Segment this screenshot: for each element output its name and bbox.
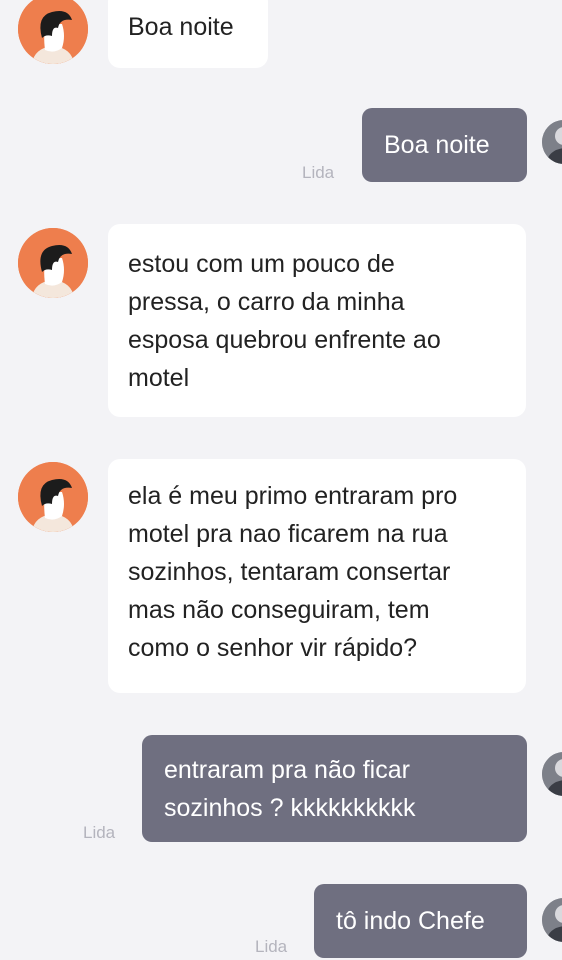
outgoing-message[interactable]: tô indo Chefe <box>314 884 527 958</box>
read-status: Lida <box>83 823 116 842</box>
outgoing-message[interactable]: entraram pra não ficar sozinhos ? kkkkkk… <box>142 735 527 842</box>
person-avatar-icon <box>18 0 88 64</box>
contact-avatar[interactable] <box>18 228 88 298</box>
message-line: motel pra nao ficarem na rua <box>128 520 448 548</box>
incoming-message[interactable]: ela é meu primo entraram pro motel pra n… <box>108 459 526 693</box>
message-line: ela é meu primo entraram pro <box>128 482 458 510</box>
my-avatar[interactable] <box>542 898 562 942</box>
contact-avatar[interactable] <box>18 462 88 532</box>
read-status: Lida <box>255 937 288 956</box>
message-line: entraram pra não ficar <box>164 756 410 784</box>
person-avatar-icon <box>542 752 562 796</box>
message-line: esposa quebrou enfrente ao <box>128 326 441 354</box>
my-avatar[interactable] <box>542 752 562 796</box>
incoming-message[interactable]: Boa noite <box>108 0 268 68</box>
message-line: Boa noite <box>128 13 234 41</box>
message-line: como o senhor vir rápido? <box>128 634 418 662</box>
message-line: mas não conseguiram, tem <box>128 596 430 624</box>
message-line: sozinhos ? kkkkkkkkkk <box>164 794 416 822</box>
incoming-message[interactable]: estou com um pouco de pressa, o carro da… <box>108 224 526 417</box>
outgoing-message[interactable]: Boa noite <box>362 108 527 182</box>
person-avatar-icon <box>542 898 562 942</box>
message-line: estou com um pouco de <box>128 250 395 278</box>
message-line: pressa, o carro da minha <box>128 288 405 316</box>
my-avatar[interactable] <box>542 120 562 164</box>
read-status: Lida <box>302 163 335 182</box>
person-avatar-icon <box>542 120 562 164</box>
contact-avatar[interactable] <box>18 0 88 64</box>
message-line: sozinhos, tentaram consertar <box>128 558 451 586</box>
person-avatar-icon <box>18 462 88 532</box>
message-line: Boa noite <box>384 131 490 159</box>
person-avatar-icon <box>18 228 88 298</box>
message-line: motel <box>128 364 190 392</box>
message-line: tô indo Chefe <box>336 907 485 935</box>
